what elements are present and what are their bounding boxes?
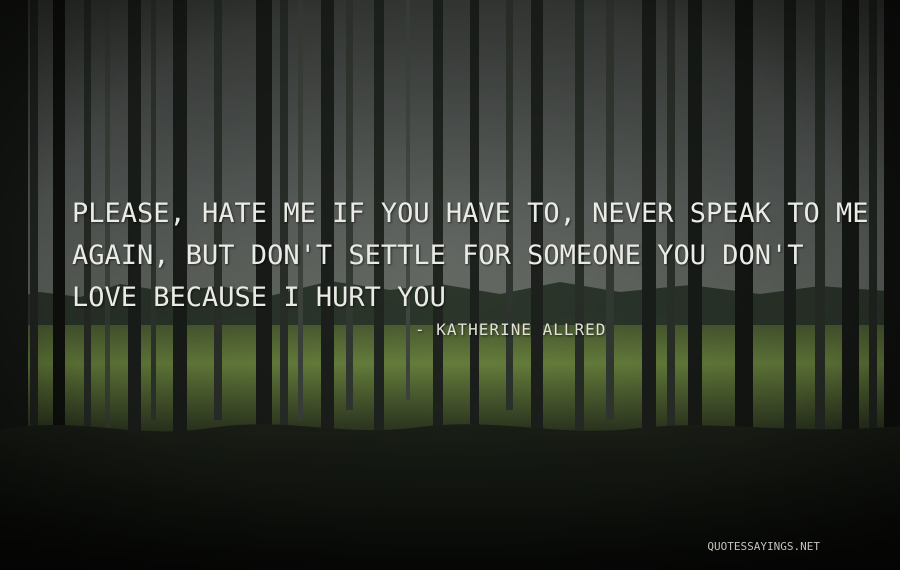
- quote-author: - Katherine Allred: [415, 320, 607, 339]
- quote-text: Please, hate me if you have to, never sp…: [72, 198, 869, 313]
- quote-image: Please, hate me if you have to, never sp…: [0, 0, 900, 570]
- site-watermark: QUOTESSAYINGS.NET: [707, 540, 820, 553]
